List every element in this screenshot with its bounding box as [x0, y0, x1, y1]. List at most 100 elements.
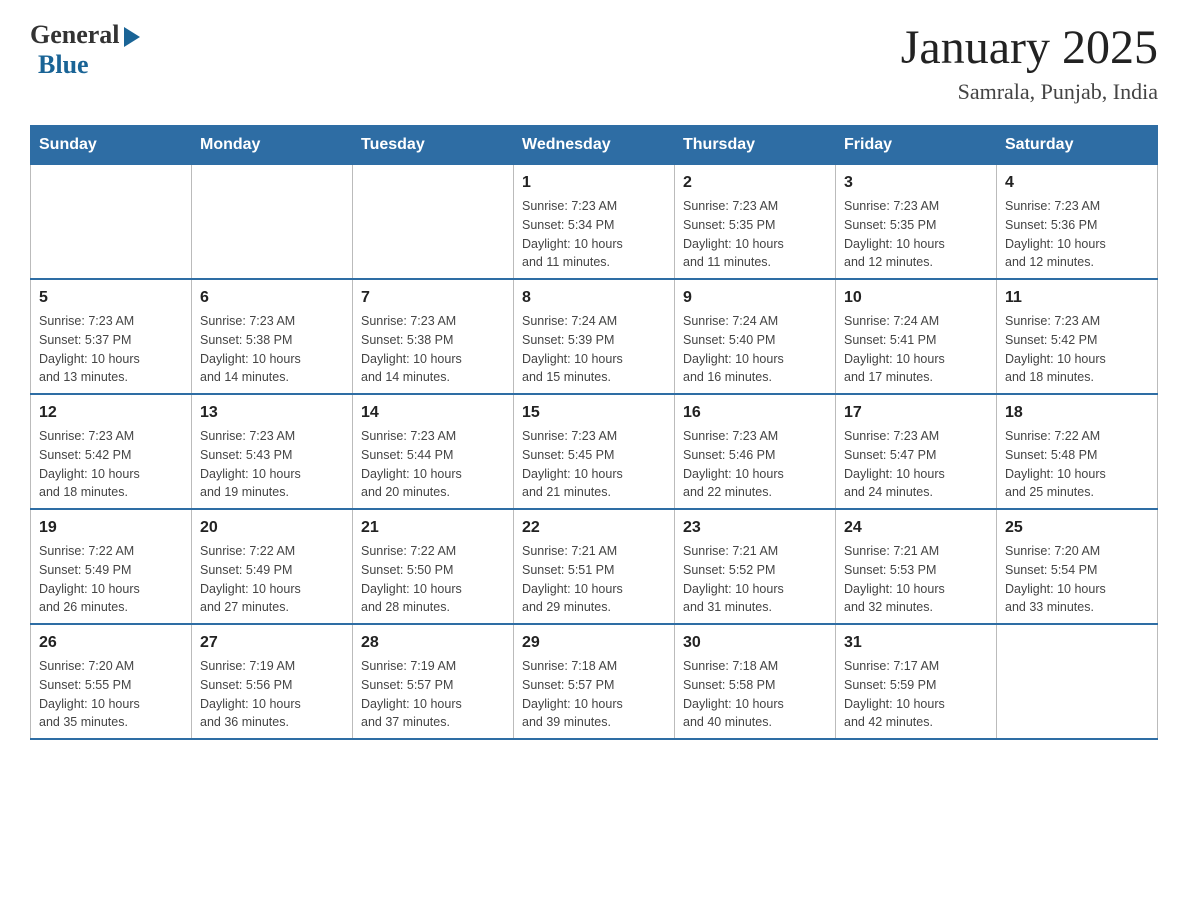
calendar-cell: 16 Sunrise: 7:23 AM Sunset: 5:46 PM Dayli… — [675, 394, 836, 509]
day-number: 20 — [200, 516, 344, 540]
calendar-header-thursday: Thursday — [675, 126, 836, 165]
calendar-cell: 29 Sunrise: 7:18 AM Sunset: 5:57 PM Dayli… — [514, 624, 675, 739]
day-number: 24 — [844, 516, 988, 540]
logo: General Blue — [30, 20, 140, 80]
day-number: 30 — [683, 631, 827, 655]
day-info: Sunrise: 7:23 AM Sunset: 5:44 PM Dayligh… — [361, 429, 462, 499]
calendar-cell: 17 Sunrise: 7:23 AM Sunset: 5:47 PM Dayli… — [836, 394, 997, 509]
calendar-cell: 1Sunrise: 7:23 AM Sunset: 5:34 PM Daylig… — [514, 165, 675, 280]
day-info: Sunrise: 7:24 AM Sunset: 5:39 PM Dayligh… — [522, 314, 623, 384]
day-number: 16 — [683, 401, 827, 425]
calendar-cell: 12 Sunrise: 7:23 AM Sunset: 5:42 PM Dayli… — [31, 394, 192, 509]
calendar-week-4: 19 Sunrise: 7:22 AM Sunset: 5:49 PM Dayli… — [31, 509, 1158, 624]
calendar-header-friday: Friday — [836, 126, 997, 165]
day-number: 10 — [844, 286, 988, 310]
day-number: 27 — [200, 631, 344, 655]
day-number: 13 — [200, 401, 344, 425]
calendar-cell — [192, 165, 353, 280]
calendar-cell: 11 Sunrise: 7:23 AM Sunset: 5:42 PM Dayli… — [997, 279, 1158, 394]
calendar-cell: 8Sunrise: 7:24 AM Sunset: 5:39 PM Daylig… — [514, 279, 675, 394]
calendar-header-tuesday: Tuesday — [353, 126, 514, 165]
day-info: Sunrise: 7:23 AM Sunset: 5:42 PM Dayligh… — [1005, 314, 1106, 384]
day-number: 26 — [39, 631, 183, 655]
calendar-cell: 10Sunrise: 7:24 AM Sunset: 5:41 PM Dayli… — [836, 279, 997, 394]
day-number: 4 — [1005, 171, 1149, 195]
day-number: 12 — [39, 401, 183, 425]
calendar-cell: 18Sunrise: 7:22 AM Sunset: 5:48 PM Dayli… — [997, 394, 1158, 509]
day-number: 9 — [683, 286, 827, 310]
day-info: Sunrise: 7:23 AM Sunset: 5:43 PM Dayligh… — [200, 429, 301, 499]
calendar-cell: 15 Sunrise: 7:23 AM Sunset: 5:45 PM Dayli… — [514, 394, 675, 509]
day-info: Sunrise: 7:22 AM Sunset: 5:49 PM Dayligh… — [39, 544, 140, 614]
calendar-header-wednesday: Wednesday — [514, 126, 675, 165]
calendar-cell: 7 Sunrise: 7:23 AM Sunset: 5:38 PM Daylig… — [353, 279, 514, 394]
calendar-cell: 13 Sunrise: 7:23 AM Sunset: 5:43 PM Dayli… — [192, 394, 353, 509]
page-header: General Blue January 2025 Samrala, Punja… — [30, 20, 1158, 105]
day-info: Sunrise: 7:23 AM Sunset: 5:35 PM Dayligh… — [683, 199, 784, 269]
calendar-table: SundayMondayTuesdayWednesdayThursdayFrid… — [30, 125, 1158, 740]
month-title: January 2025 — [901, 20, 1158, 75]
calendar-week-3: 12 Sunrise: 7:23 AM Sunset: 5:42 PM Dayli… — [31, 394, 1158, 509]
calendar-cell: 2 Sunrise: 7:23 AM Sunset: 5:35 PM Daylig… — [675, 165, 836, 280]
day-number: 28 — [361, 631, 505, 655]
day-info: Sunrise: 7:19 AM Sunset: 5:57 PM Dayligh… — [361, 659, 462, 729]
day-info: Sunrise: 7:23 AM Sunset: 5:45 PM Dayligh… — [522, 429, 623, 499]
calendar-header-saturday: Saturday — [997, 126, 1158, 165]
calendar-header-sunday: Sunday — [31, 126, 192, 165]
calendar-cell — [997, 624, 1158, 739]
day-info: Sunrise: 7:18 AM Sunset: 5:57 PM Dayligh… — [522, 659, 623, 729]
calendar-cell — [31, 165, 192, 280]
day-info: Sunrise: 7:19 AM Sunset: 5:56 PM Dayligh… — [200, 659, 301, 729]
calendar-cell: 22Sunrise: 7:21 AM Sunset: 5:51 PM Dayli… — [514, 509, 675, 624]
calendar-cell: 25Sunrise: 7:20 AM Sunset: 5:54 PM Dayli… — [997, 509, 1158, 624]
day-number: 2 — [683, 171, 827, 195]
calendar-cell: 6Sunrise: 7:23 AM Sunset: 5:38 PM Daylig… — [192, 279, 353, 394]
calendar-header-monday: Monday — [192, 126, 353, 165]
calendar-cell: 4 Sunrise: 7:23 AM Sunset: 5:36 PM Daylig… — [997, 165, 1158, 280]
logo-blue-text: Blue — [38, 50, 89, 80]
day-info: Sunrise: 7:21 AM Sunset: 5:53 PM Dayligh… — [844, 544, 945, 614]
day-info: Sunrise: 7:22 AM Sunset: 5:50 PM Dayligh… — [361, 544, 462, 614]
day-number: 1 — [522, 171, 666, 195]
day-info: Sunrise: 7:22 AM Sunset: 5:49 PM Dayligh… — [200, 544, 301, 614]
day-number: 22 — [522, 516, 666, 540]
day-info: Sunrise: 7:23 AM Sunset: 5:46 PM Dayligh… — [683, 429, 784, 499]
calendar-cell: 21 Sunrise: 7:22 AM Sunset: 5:50 PM Dayli… — [353, 509, 514, 624]
calendar-week-5: 26Sunrise: 7:20 AM Sunset: 5:55 PM Dayli… — [31, 624, 1158, 739]
day-info: Sunrise: 7:23 AM Sunset: 5:37 PM Dayligh… — [39, 314, 140, 384]
day-info: Sunrise: 7:24 AM Sunset: 5:40 PM Dayligh… — [683, 314, 784, 384]
calendar-cell: 24 Sunrise: 7:21 AM Sunset: 5:53 PM Dayli… — [836, 509, 997, 624]
calendar-cell: 27 Sunrise: 7:19 AM Sunset: 5:56 PM Dayli… — [192, 624, 353, 739]
day-info: Sunrise: 7:17 AM Sunset: 5:59 PM Dayligh… — [844, 659, 945, 729]
day-number: 19 — [39, 516, 183, 540]
day-number: 29 — [522, 631, 666, 655]
calendar-cell — [353, 165, 514, 280]
calendar-cell: 28 Sunrise: 7:19 AM Sunset: 5:57 PM Dayli… — [353, 624, 514, 739]
day-number: 15 — [522, 401, 666, 425]
day-number: 17 — [844, 401, 988, 425]
day-info: Sunrise: 7:23 AM Sunset: 5:47 PM Dayligh… — [844, 429, 945, 499]
calendar-cell: 3Sunrise: 7:23 AM Sunset: 5:35 PM Daylig… — [836, 165, 997, 280]
calendar-cell: 31Sunrise: 7:17 AM Sunset: 5:59 PM Dayli… — [836, 624, 997, 739]
calendar-cell: 30Sunrise: 7:18 AM Sunset: 5:58 PM Dayli… — [675, 624, 836, 739]
logo-arrow-icon — [124, 27, 140, 47]
day-info: Sunrise: 7:20 AM Sunset: 5:54 PM Dayligh… — [1005, 544, 1106, 614]
day-info: Sunrise: 7:23 AM Sunset: 5:36 PM Dayligh… — [1005, 199, 1106, 269]
title-area: January 2025 Samrala, Punjab, India — [901, 20, 1158, 105]
day-number: 21 — [361, 516, 505, 540]
day-info: Sunrise: 7:23 AM Sunset: 5:42 PM Dayligh… — [39, 429, 140, 499]
calendar-header-row: SundayMondayTuesdayWednesdayThursdayFrid… — [31, 126, 1158, 165]
calendar-cell: 26Sunrise: 7:20 AM Sunset: 5:55 PM Dayli… — [31, 624, 192, 739]
day-info: Sunrise: 7:23 AM Sunset: 5:38 PM Dayligh… — [361, 314, 462, 384]
day-info: Sunrise: 7:23 AM Sunset: 5:35 PM Dayligh… — [844, 199, 945, 269]
day-number: 7 — [361, 286, 505, 310]
calendar-cell: 9 Sunrise: 7:24 AM Sunset: 5:40 PM Daylig… — [675, 279, 836, 394]
day-number: 23 — [683, 516, 827, 540]
calendar-cell: 14Sunrise: 7:23 AM Sunset: 5:44 PM Dayli… — [353, 394, 514, 509]
calendar-week-2: 5 Sunrise: 7:23 AM Sunset: 5:37 PM Daylig… — [31, 279, 1158, 394]
day-number: 5 — [39, 286, 183, 310]
day-info: Sunrise: 7:21 AM Sunset: 5:52 PM Dayligh… — [683, 544, 784, 614]
logo-general-text: General — [30, 20, 120, 50]
calendar-cell: 23 Sunrise: 7:21 AM Sunset: 5:52 PM Dayli… — [675, 509, 836, 624]
day-number: 11 — [1005, 286, 1149, 310]
